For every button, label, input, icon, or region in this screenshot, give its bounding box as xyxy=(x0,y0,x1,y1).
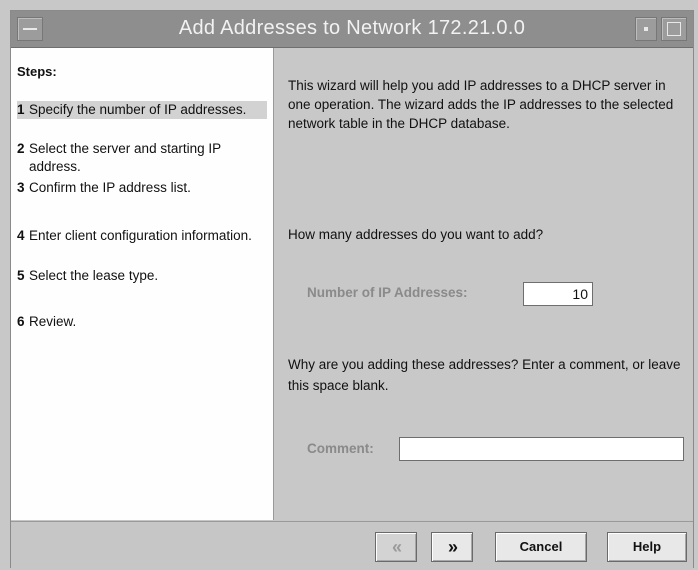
maximize-button[interactable] xyxy=(661,17,687,41)
step-5: 5 Select the lease type. xyxy=(17,267,267,285)
button-bar: « » Cancel Help xyxy=(11,521,693,570)
cancel-button[interactable]: Cancel xyxy=(495,532,587,562)
wizard-content: This wizard will help you add IP address… xyxy=(274,48,693,520)
window-title: Add Addresses to Network 172.21.0.0 xyxy=(178,17,526,39)
step-text: Specify the number of IP addresses. xyxy=(29,102,247,117)
address-count-question: How many addresses do you want to add? xyxy=(288,227,544,242)
intro-text: This wizard will help you add IP address… xyxy=(288,78,674,131)
next-button[interactable]: » xyxy=(431,532,473,562)
step-number: 5 xyxy=(17,268,25,283)
number-of-ip-addresses-label: Number of IP Addresses: xyxy=(307,285,468,300)
title-bar[interactable]: Add Addresses to Network 172.21.0.0 xyxy=(11,11,693,48)
step-number: 1 xyxy=(17,102,25,117)
step-text: Select the lease type. xyxy=(29,268,159,283)
step-number: 6 xyxy=(17,314,25,329)
step-text: Confirm the IP address list. xyxy=(29,180,191,195)
back-button[interactable]: « xyxy=(375,532,417,562)
help-button[interactable]: Help xyxy=(607,532,687,562)
step-1-current: 1 Specify the number of IP addresses. xyxy=(17,101,267,119)
comment-prompt: Why are you adding these addresses? Ente… xyxy=(288,357,681,393)
number-of-ip-addresses-input[interactable]: 10 xyxy=(523,282,593,306)
wizard-window: Add Addresses to Network 172.21.0.0 Step… xyxy=(10,10,694,570)
step-number: 2 xyxy=(17,141,25,156)
back-arrow-icon: « xyxy=(391,537,402,557)
steps-sidebar: Steps: 1 Specify the number of IP addres… xyxy=(11,48,274,520)
step-number: 3 xyxy=(17,180,25,195)
step-3: 3 Confirm the IP address list. xyxy=(17,179,267,197)
step-4: 4 Enter client configuration information… xyxy=(17,227,267,245)
step-text: Enter client configuration information. xyxy=(29,228,252,243)
step-text: Review. xyxy=(29,314,77,329)
steps-heading: Steps: xyxy=(17,64,57,79)
next-arrow-icon: » xyxy=(447,537,458,557)
step-text: Select the server and starting IP addres… xyxy=(29,141,221,174)
step-number: 4 xyxy=(17,228,25,243)
minimize-button[interactable] xyxy=(635,17,657,41)
minimize-icon xyxy=(644,27,648,31)
step-6: 6 Review. xyxy=(17,313,267,331)
comment-label: Comment: xyxy=(307,441,374,456)
step-2: 2 Select the server and starting IP addr… xyxy=(17,140,267,176)
comment-input[interactable] xyxy=(399,437,684,461)
maximize-icon xyxy=(667,22,681,36)
